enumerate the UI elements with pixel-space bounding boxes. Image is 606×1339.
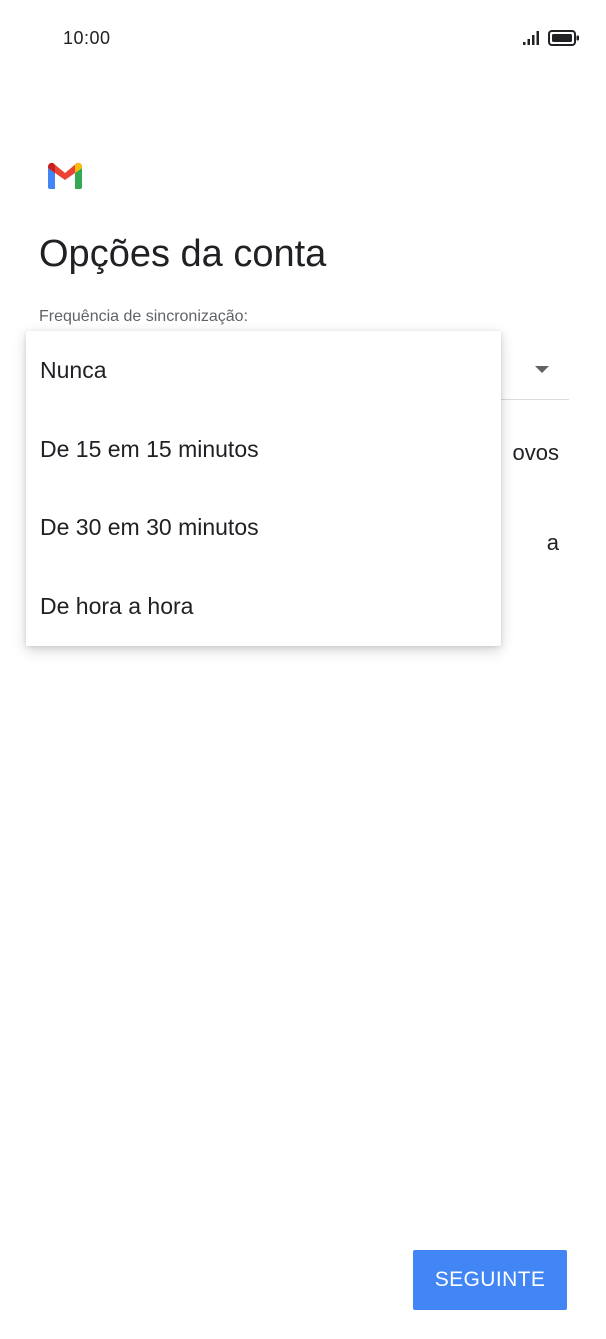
menu-item-30-minutes[interactable]: De 30 em 30 minutos: [26, 488, 501, 567]
status-time: 10:00: [63, 28, 111, 48]
sync-frequency-menu: Nunca De 15 em 15 minutos De 30 em 30 mi…: [26, 331, 501, 646]
background-option-text: ovos: [512, 440, 559, 465]
menu-item-hourly[interactable]: De hora a hora: [26, 567, 501, 646]
gmail-logo-icon: [46, 160, 84, 190]
sync-frequency-label: Frequência de sincronização:: [39, 308, 249, 325]
menu-item-15-minutes[interactable]: De 15 em 15 minutos: [26, 410, 501, 489]
account-options-screen: 10:00 Opções da conta Frequência de sinc…: [0, 0, 606, 1339]
dropdown-arrow-icon: [535, 366, 549, 373]
menu-item-never[interactable]: Nunca: [26, 331, 501, 410]
page-title: Opções da conta: [39, 233, 327, 275]
status-icons: [522, 29, 580, 52]
signal-bars-icon: [522, 30, 542, 51]
battery-icon: [548, 29, 580, 52]
status-bar: 10:00: [0, 0, 606, 80]
next-button[interactable]: SEGUINTE: [413, 1250, 567, 1310]
background-option-text: a: [546, 530, 559, 555]
